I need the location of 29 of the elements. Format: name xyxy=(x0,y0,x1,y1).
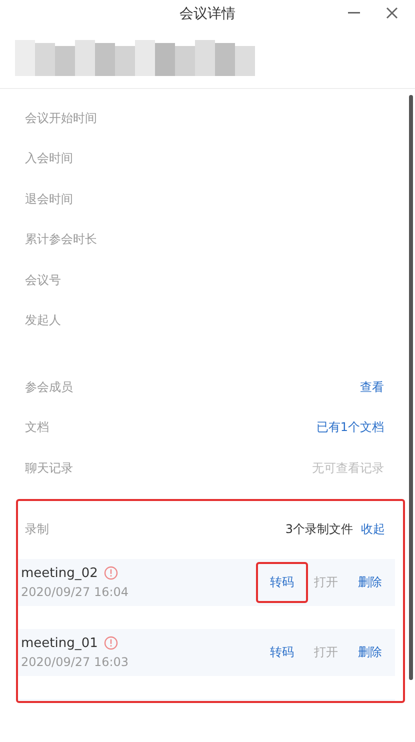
field-label: 聊天记录 xyxy=(25,460,73,477)
alert-icon xyxy=(104,566,118,580)
field-label: 发起人 xyxy=(25,312,61,330)
section-label: 录制 xyxy=(25,521,49,538)
field-link[interactable]: 已有1个文档 xyxy=(316,419,384,436)
action-button[interactable]: 转码 xyxy=(256,562,308,602)
recording-count: 3个录制文件 xyxy=(285,521,353,538)
file-time: 2020/09/27 16:04 xyxy=(21,584,129,598)
field-label: 参会成员 xyxy=(25,378,73,396)
field-link[interactable]: 查看 xyxy=(360,378,384,396)
field-label: 退会时间 xyxy=(25,190,73,208)
file-name: meeting_02 xyxy=(21,566,98,580)
alert-icon xyxy=(104,636,118,650)
field-label: 文档 xyxy=(25,419,49,436)
field-label: 会议号 xyxy=(25,272,61,289)
field-link: 无可查看记录 xyxy=(312,460,384,477)
field-label: 会议开始时间 xyxy=(25,110,97,127)
field-label: 入会时间 xyxy=(25,150,73,168)
scrollbar[interactable] xyxy=(409,95,413,680)
action-button[interactable]: 删除 xyxy=(356,562,384,602)
minimize-icon xyxy=(348,12,360,14)
action-button[interactable]: 转码 xyxy=(268,632,296,672)
field-label: 累计参会时长 xyxy=(25,231,97,248)
action-button[interactable]: 删除 xyxy=(356,632,384,672)
collapse-link[interactable]: 收起 xyxy=(361,521,385,538)
close-icon xyxy=(385,6,399,20)
file-time: 2020/09/27 16:03 xyxy=(21,654,129,668)
window-title: 会议详情 xyxy=(180,5,236,23)
file-name: meeting_01 xyxy=(21,636,98,650)
